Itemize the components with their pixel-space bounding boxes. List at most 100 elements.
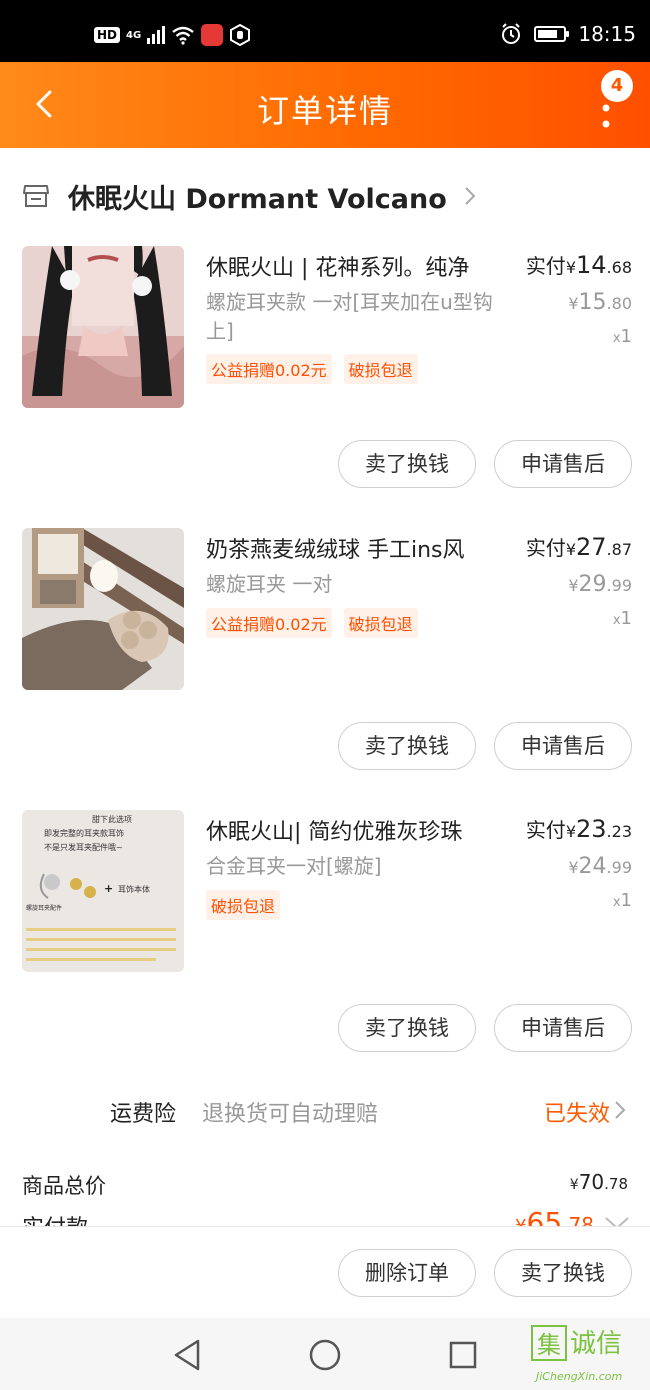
hand-icon	[230, 24, 251, 46]
product-image[interactable]: 甜下此选项 即发完整的耳夹款耳饰 不是只发耳夹配件哦~ 螺旋耳夹配件 + 耳饰本…	[22, 810, 184, 972]
paid-dec: .87	[606, 540, 632, 559]
order-item[interactable]: 休眠火山 | 花神系列。纯净 螺旋耳夹款 一对[耳夹加在u型钩上] 公益捐赠0.…	[22, 246, 632, 408]
order-detail-content: 休眠火山 Dormant Volcano 休眠火山 | 花神系列。纯净 螺旋耳夹…	[0, 148, 650, 1226]
orig-dec: .99	[606, 576, 632, 595]
hd-icon: HD	[94, 27, 121, 43]
original-price: ¥29.99	[568, 572, 632, 597]
watermark-logo: 集 诚信 JiChengXin.com	[526, 1322, 644, 1386]
home-circle-icon[interactable]	[308, 1338, 342, 1372]
quantity: x1	[613, 326, 632, 347]
paid-int: 23	[576, 815, 607, 843]
total-price-value: ¥70.78	[570, 1170, 628, 1194]
paid-int: 65	[526, 1206, 563, 1226]
qty-x: x	[612, 613, 621, 628]
paid-dec: .23	[606, 822, 632, 841]
recents-square-icon[interactable]	[448, 1340, 478, 1370]
svg-text:+: +	[104, 882, 113, 895]
paid-amount-value: ¥65.78	[515, 1206, 594, 1226]
signal-icon	[147, 26, 166, 44]
paid-label: 实付	[525, 254, 566, 278]
tag-charity: 公益捐赠0.02元	[206, 354, 332, 384]
back-triangle-icon[interactable]	[172, 1338, 202, 1372]
order-item[interactable]: 奶茶燕麦绒绒球 手工ins风 螺旋耳夹 一对 公益捐赠0.02元 破损包退 实付…	[22, 528, 632, 690]
chevron-down-icon[interactable]	[604, 1216, 630, 1226]
orig-dec: .80	[606, 294, 632, 313]
order-item[interactable]: 甜下此选项 即发完整的耳夹款耳饰 不是只发耳夹配件哦~ 螺旋耳夹配件 + 耳饰本…	[22, 810, 632, 972]
network-type-label: 4G	[126, 29, 142, 41]
sell-for-cash-button[interactable]: 卖了换钱	[338, 1004, 476, 1052]
qty-value: 1	[620, 890, 632, 911]
watermark-text: 诚信	[570, 1329, 622, 1359]
sell-for-cash-button[interactable]: 卖了换钱	[338, 722, 476, 770]
shop-header[interactable]: 休眠火山 Dormant Volcano	[22, 176, 477, 216]
item-sku: 螺旋耳夹款 一对[耳夹加在u型钩上]	[206, 290, 493, 343]
total-price-label: 商品总价	[22, 1174, 106, 1198]
item-title[interactable]: 休眠火山 | 花神系列。纯净	[206, 250, 496, 282]
image-caption-line: 螺旋耳夹配件	[26, 904, 62, 912]
paid-int: 27	[576, 533, 607, 561]
watermark-url: JiChengXin.com	[534, 1370, 622, 1383]
status-time: 18:15	[578, 22, 636, 46]
currency-symbol: ¥	[568, 858, 579, 877]
currency-symbol: ¥	[568, 576, 579, 595]
wifi-icon	[172, 26, 194, 45]
quantity: x1	[613, 890, 632, 911]
item-tags: 破损包退	[206, 890, 281, 920]
image-caption-line: 甜下此选项	[92, 814, 132, 824]
app-notification-icon	[201, 24, 224, 46]
item-tags: 公益捐赠0.02元 破损包退	[206, 608, 418, 638]
notification-badge: 4	[601, 70, 633, 102]
qty-x: x	[612, 895, 621, 910]
paid-dec: .78	[562, 1213, 594, 1226]
sell-for-cash-button[interactable]: 卖了换钱	[338, 440, 476, 488]
product-image[interactable]	[22, 528, 184, 690]
item-title[interactable]: 奶茶燕麦绒绒球 手工ins风	[206, 532, 496, 564]
tag-charity: 公益捐赠0.02元	[206, 608, 332, 638]
product-image[interactable]	[22, 246, 184, 408]
page-title: 订单详情	[256, 92, 393, 130]
status-right-icons: 18:15	[500, 22, 636, 46]
sell-for-cash-button[interactable]: 卖了换钱	[494, 1249, 632, 1297]
qty-value: 1	[620, 326, 632, 347]
paid-int: 14	[576, 251, 607, 279]
store-icon	[23, 185, 49, 207]
currency-symbol: ¥	[565, 822, 576, 841]
alarm-icon	[502, 23, 521, 44]
currency-symbol: ¥	[565, 540, 576, 559]
qty-value: 1	[620, 608, 632, 629]
currency-symbol: ¥	[565, 258, 576, 277]
insurance-label: 运费险	[110, 1102, 177, 1127]
chevron-right-icon	[465, 187, 476, 205]
insurance-desc: 退换货可自动理赔	[202, 1102, 379, 1127]
item-title[interactable]: 休眠火山| 简约优雅灰珍珠	[206, 814, 496, 846]
battery-level-fill	[538, 30, 558, 38]
paid-amount-label: 实付款	[22, 1210, 88, 1226]
tag-damage-refund: 破损包退	[343, 608, 418, 638]
paid-price: 实付¥23.23	[526, 814, 632, 843]
shop-name: 休眠火山 Dormant Volcano	[68, 183, 447, 215]
qty-x: x	[612, 331, 621, 346]
after-sale-button[interactable]: 申请售后	[494, 1004, 632, 1052]
currency-symbol: ¥	[569, 1177, 579, 1193]
paid-price: 实付¥14.68	[526, 250, 632, 279]
currency-symbol: ¥	[515, 1216, 526, 1226]
delete-order-button[interactable]: 删除订单	[338, 1249, 476, 1297]
header-bar: 订单详情 4	[0, 62, 650, 148]
orig-dec: .99	[606, 858, 632, 877]
quantity: x1	[613, 608, 632, 629]
after-sale-button[interactable]: 申请售后	[494, 440, 632, 488]
currency-symbol: ¥	[568, 294, 579, 313]
paid-dec: .68	[606, 258, 632, 277]
after-sale-button[interactable]: 申请售后	[494, 722, 632, 770]
paid-price: 实付¥27.87	[526, 532, 632, 561]
original-price: ¥24.99	[568, 854, 632, 879]
orig-int: 24	[578, 854, 607, 879]
paid-label: 实付	[525, 536, 566, 560]
shipping-insurance-row[interactable]: 运费险 退换货可自动理赔 已失效	[0, 1096, 650, 1127]
watermark-logo-char: 集	[537, 1331, 561, 1359]
chevron-right-icon	[615, 1101, 626, 1119]
insurance-status: 已失效	[543, 1102, 610, 1127]
bottom-action-bar: 删除订单 卖了换钱	[0, 1226, 650, 1319]
item-sku: 合金耳夹一对[螺旋]	[206, 854, 382, 878]
orig-int: 15	[578, 290, 607, 315]
